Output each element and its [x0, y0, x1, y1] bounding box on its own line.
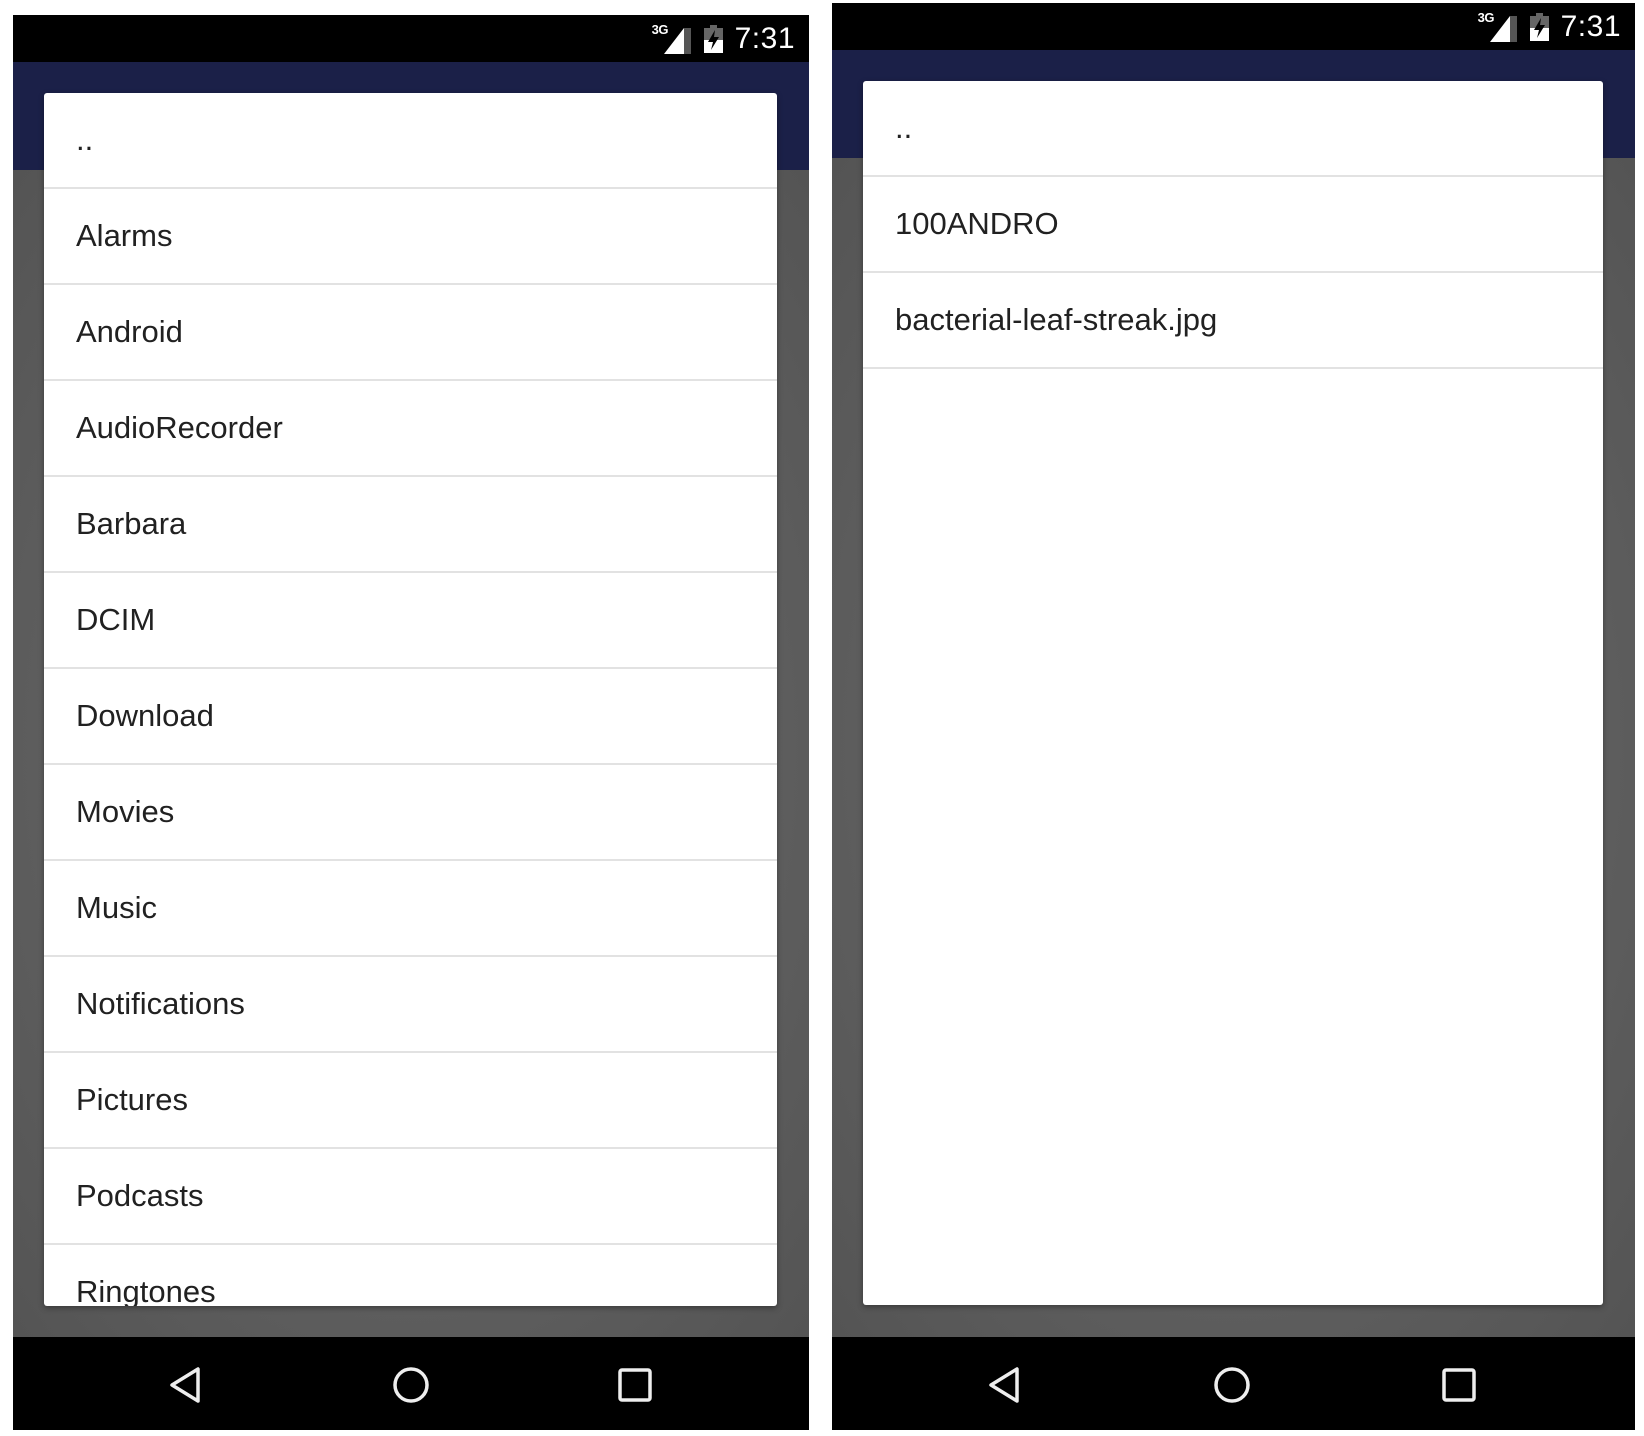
- list-item[interactable]: Download: [44, 669, 777, 765]
- home-button[interactable]: [1212, 1365, 1252, 1405]
- list-item-label: Music: [76, 890, 157, 925]
- list-item-parent-dir[interactable]: ..: [863, 81, 1603, 177]
- list-item[interactable]: bacterial-leaf-streak.jpg: [863, 273, 1603, 369]
- home-icon: [1214, 1367, 1250, 1403]
- status-bar: 3G 7:31: [832, 3, 1635, 50]
- list-item-label: Notifications: [76, 986, 245, 1021]
- recents-icon: [1442, 1368, 1476, 1402]
- list-item[interactable]: DCIM: [44, 573, 777, 669]
- back-icon: [170, 1367, 200, 1403]
- battery-charging-icon: [1529, 12, 1549, 41]
- list-item-label: Pictures: [76, 1082, 188, 1117]
- list-item[interactable]: Notifications: [44, 957, 777, 1053]
- list-item[interactable]: Ringtones: [44, 1245, 777, 1306]
- signal-3g-icon: 3G: [652, 22, 692, 54]
- recents-button[interactable]: [1439, 1365, 1479, 1405]
- recents-button[interactable]: [615, 1365, 655, 1405]
- list-item[interactable]: Barbara: [44, 477, 777, 573]
- clock: 7:31: [1560, 9, 1621, 43]
- list-item[interactable]: Movies: [44, 765, 777, 861]
- home-icon: [393, 1367, 429, 1403]
- list-item[interactable]: Music: [44, 861, 777, 957]
- home-button[interactable]: [391, 1365, 431, 1405]
- back-button[interactable]: [984, 1365, 1024, 1405]
- status-bar: 3G 7:31: [13, 15, 809, 62]
- list-item-label: bacterial-leaf-streak.jpg: [895, 302, 1218, 337]
- list-item-label: ..: [895, 110, 913, 145]
- list-item[interactable]: Android: [44, 285, 777, 381]
- list-item-label: 100ANDRO: [895, 206, 1059, 241]
- list-item-label: Ringtones: [76, 1274, 216, 1306]
- list-item-label: AudioRecorder: [76, 410, 283, 445]
- clock: 7:31: [734, 21, 795, 55]
- list-item-label: Alarms: [76, 218, 173, 253]
- list-item-label: DCIM: [76, 602, 156, 637]
- battery-charging-icon: [703, 24, 723, 53]
- list-item-label: ..: [76, 122, 94, 157]
- navigation-bar: [13, 1337, 809, 1430]
- list-item[interactable]: Podcasts: [44, 1149, 777, 1245]
- recents-icon: [618, 1368, 652, 1402]
- list-item-label: Podcasts: [76, 1178, 204, 1213]
- phone-screen-left: 3G 7:31 .. Alarms Android AudioRecorder …: [13, 15, 809, 1430]
- list-item[interactable]: 100ANDRO: [863, 177, 1603, 273]
- list-item[interactable]: Pictures: [44, 1053, 777, 1149]
- list-item-label: Barbara: [76, 506, 187, 541]
- list-item[interactable]: Alarms: [44, 189, 777, 285]
- file-chooser-dialog: .. 100ANDRO bacterial-leaf-streak.jpg: [863, 81, 1603, 1305]
- navigation-bar: [832, 1337, 1635, 1430]
- file-chooser-dialog: .. Alarms Android AudioRecorder Barbara …: [44, 93, 777, 1306]
- back-icon: [989, 1367, 1019, 1403]
- list-item-label: Movies: [76, 794, 175, 829]
- phone-screen-right: 3G 7:31 .. 100ANDRO bacterial-leaf-strea…: [832, 3, 1635, 1430]
- list-item-label: Download: [76, 698, 214, 733]
- list-item-label: Android: [76, 314, 183, 349]
- signal-3g-icon: 3G: [1478, 10, 1518, 42]
- list-item-parent-dir[interactable]: ..: [44, 93, 777, 189]
- back-button[interactable]: [165, 1365, 205, 1405]
- list-item[interactable]: AudioRecorder: [44, 381, 777, 477]
